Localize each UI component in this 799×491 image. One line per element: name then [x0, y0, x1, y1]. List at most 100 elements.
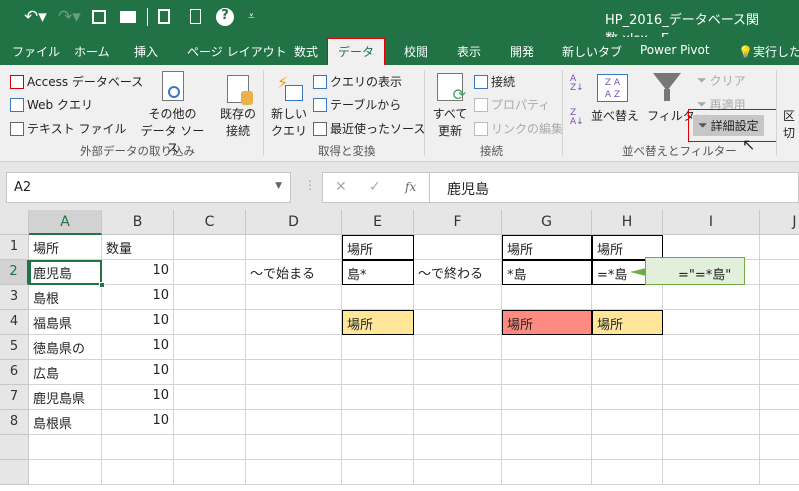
cell-E9[interactable]: [342, 435, 414, 460]
row-header[interactable]: [0, 460, 29, 485]
cell-H8[interactable]: [592, 410, 663, 435]
cell-C6[interactable]: [174, 360, 246, 385]
cell-I9[interactable]: [663, 435, 760, 460]
cell-G9[interactable]: [502, 435, 592, 460]
cell-I8[interactable]: [663, 410, 760, 435]
cell-A1[interactable]: 場所: [29, 235, 102, 260]
cell-G2[interactable]: *島: [502, 260, 592, 285]
cell-E8[interactable]: [342, 410, 414, 435]
cell-I7[interactable]: [663, 385, 760, 410]
row-header[interactable]: 3: [0, 285, 29, 310]
row-header[interactable]: 7: [0, 385, 29, 410]
cell-A8[interactable]: 島根県: [29, 410, 102, 435]
cell-H4[interactable]: 場所: [592, 310, 663, 335]
cell-D5[interactable]: [246, 335, 342, 360]
cell-J9[interactable]: [760, 435, 799, 460]
function-icon[interactable]: fx: [405, 180, 416, 194]
tab-home[interactable]: ホーム: [74, 43, 110, 60]
cell-F4[interactable]: [414, 310, 502, 335]
cell-E3[interactable]: [342, 285, 414, 310]
name-box[interactable]: A2 ▼: [6, 172, 291, 203]
cell-H6[interactable]: [592, 360, 663, 385]
cell-D1[interactable]: [246, 235, 342, 260]
row-header[interactable]: 5: [0, 335, 29, 360]
select-all-button[interactable]: [0, 210, 29, 235]
row-header[interactable]: 2: [0, 260, 29, 285]
tab-review[interactable]: 校閲: [404, 43, 428, 60]
cell-D4[interactable]: [246, 310, 342, 335]
tab-page-layout[interactable]: ページ レイアウト: [187, 43, 287, 60]
column-header-D[interactable]: D: [246, 210, 342, 235]
cell-D8[interactable]: [246, 410, 342, 435]
connections-button[interactable]: 接続: [474, 73, 515, 90]
cell-C2[interactable]: [174, 260, 246, 285]
cell-G3[interactable]: [502, 285, 592, 310]
cell-C9[interactable]: [174, 435, 246, 460]
undo-icon[interactable]: ↶▾: [24, 7, 47, 27]
column-header-C[interactable]: C: [174, 210, 246, 235]
drag-handle[interactable]: ⋮: [304, 178, 316, 192]
properties-button[interactable]: プロパティ: [474, 96, 550, 113]
column-header-H[interactable]: H: [592, 210, 663, 235]
cell-J3[interactable]: [760, 285, 799, 310]
cell-C5[interactable]: [174, 335, 246, 360]
column-header-I[interactable]: I: [663, 210, 760, 235]
show-queries-button[interactable]: クエリの表示: [313, 73, 402, 90]
cell-J7[interactable]: [760, 385, 799, 410]
cell-F7[interactable]: [414, 385, 502, 410]
cell-I5[interactable]: [663, 335, 760, 360]
from-table-button[interactable]: テーブルから: [313, 96, 401, 113]
tab-insert[interactable]: 挿入: [134, 43, 158, 60]
cell-E4[interactable]: 場所: [342, 310, 414, 335]
column-header-J[interactable]: J: [760, 210, 799, 235]
cell-I4[interactable]: [663, 310, 760, 335]
refresh-all-button[interactable]: ⟳ すべて 更新: [430, 73, 470, 139]
cancel-icon[interactable]: ✕: [335, 179, 347, 195]
cell-H7[interactable]: [592, 385, 663, 410]
text-to-columns-button[interactable]: 区切: [783, 107, 799, 141]
edit-links-button[interactable]: リンクの編集: [474, 120, 563, 137]
row-header[interactable]: 6: [0, 360, 29, 385]
cell-F8[interactable]: [414, 410, 502, 435]
sort-za-icon[interactable]: Z A↓: [570, 109, 584, 127]
cell-D9[interactable]: [246, 435, 342, 460]
cell-H5[interactable]: [592, 335, 663, 360]
cell-E10[interactable]: [342, 460, 414, 485]
sort-az-icon[interactable]: A Z↓: [570, 75, 584, 93]
tell-me[interactable]: 💡実行したい: [738, 43, 799, 60]
cell-E7[interactable]: [342, 385, 414, 410]
column-header-A[interactable]: A: [29, 210, 102, 235]
cell-I6[interactable]: [663, 360, 760, 385]
cell-G6[interactable]: [502, 360, 592, 385]
row-header[interactable]: [0, 435, 29, 460]
cell-C1[interactable]: [174, 235, 246, 260]
cell-C8[interactable]: [174, 410, 246, 435]
cell-E1[interactable]: 場所: [342, 235, 414, 260]
cell-C3[interactable]: [174, 285, 246, 310]
cell-G5[interactable]: [502, 335, 592, 360]
cell-B4[interactable]: 10: [102, 310, 174, 335]
cell-H3[interactable]: [592, 285, 663, 310]
row-header[interactable]: 4: [0, 310, 29, 335]
existing-connections-button[interactable]: 既存の 接続: [218, 75, 258, 139]
cell-E2[interactable]: 島*: [342, 260, 414, 285]
cell-A5[interactable]: 徳島県の: [29, 335, 102, 360]
cell-A4[interactable]: 福島県: [29, 310, 102, 335]
fill-handle[interactable]: [99, 282, 105, 288]
cell-B2[interactable]: 10: [102, 260, 174, 285]
cell-G1[interactable]: 場所: [502, 235, 592, 260]
save-icon[interactable]: [92, 10, 106, 24]
cell-F1[interactable]: [414, 235, 502, 260]
cell-A3[interactable]: 島根: [29, 285, 102, 310]
cell-A6[interactable]: 広島: [29, 360, 102, 385]
column-header-F[interactable]: F: [414, 210, 502, 235]
cell-F5[interactable]: [414, 335, 502, 360]
cell-A10[interactable]: [29, 460, 102, 485]
cell-G7[interactable]: [502, 385, 592, 410]
cell-G8[interactable]: [502, 410, 592, 435]
cell-D3[interactable]: [246, 285, 342, 310]
clear-button[interactable]: ⏷ クリア: [697, 72, 746, 89]
recent-sources-button[interactable]: 最近使ったソース: [313, 120, 425, 137]
cell-B6[interactable]: 10: [102, 360, 174, 385]
cell-B10[interactable]: [102, 460, 174, 485]
